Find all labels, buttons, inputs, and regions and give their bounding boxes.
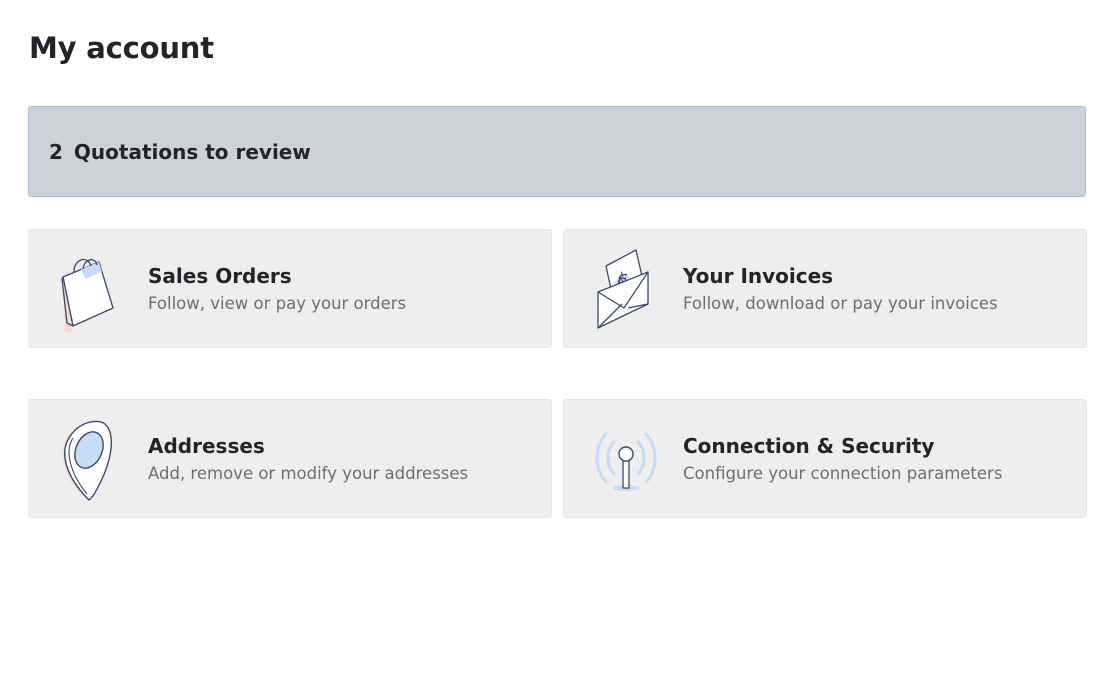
my-account-page: My account 2 Quotations to review Sales … (0, 0, 1111, 694)
sales-orders-card[interactable]: Sales Orders Follow, view or pay your or… (28, 229, 552, 348)
addresses-card[interactable]: Addresses Add, remove or modify your add… (28, 399, 552, 518)
quotations-to-review-banner[interactable]: 2 Quotations to review (28, 106, 1086, 197)
connection-security-title: Connection & Security (683, 434, 935, 458)
sales-orders-subtitle: Follow, view or pay your orders (148, 294, 407, 313)
antenna-icon (588, 416, 668, 502)
invoice-envelope-icon: $ $ (588, 246, 668, 332)
quotations-label: Quotations to review (73, 139, 311, 164)
addresses-subtitle: Add, remove or modify your addresses (148, 464, 469, 483)
invoices-title: Your Invoices (683, 264, 834, 288)
addresses-title: Addresses (148, 434, 265, 458)
sales-orders-title: Sales Orders (148, 264, 292, 288)
connection-security-subtitle: Configure your connection parameters (683, 464, 1003, 483)
shopping-bag-icon (53, 246, 133, 332)
map-pin-icon (53, 416, 133, 502)
quotations-count: 2 (49, 139, 63, 164)
page-title: My account (29, 31, 214, 65)
invoices-card[interactable]: $ $ Your Invoices Follow, download or pa… (563, 229, 1087, 348)
connection-security-card[interactable]: Connection & Security Configure your con… (563, 399, 1087, 518)
invoices-subtitle: Follow, download or pay your invoices (683, 294, 998, 313)
